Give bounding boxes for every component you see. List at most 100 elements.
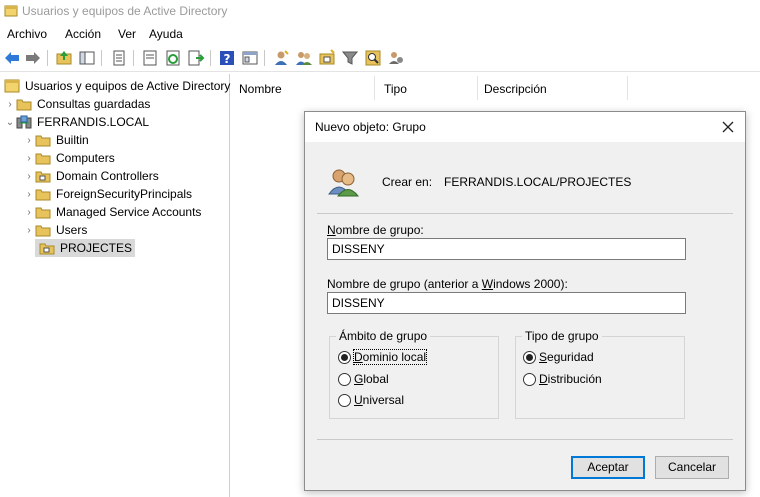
svg-text:?: ?	[224, 52, 231, 66]
folder-icon	[35, 153, 51, 165]
radio-security[interactable]: Seguridad	[523, 350, 594, 364]
create-in-label: Crear en:	[382, 175, 433, 189]
folder-icon	[35, 225, 51, 237]
new-ou-icon[interactable]	[318, 49, 336, 67]
chevron-right-icon[interactable]: ›	[23, 153, 35, 164]
group-scope-title: Ámbito de grupo	[336, 329, 431, 343]
export-list-icon[interactable]	[187, 49, 205, 67]
tree-item-label: ForeignSecurityPrincipals	[56, 187, 193, 201]
radio-label: Global	[354, 372, 389, 386]
window-title: Usuarios y equipos de Active Directory	[22, 4, 228, 18]
tree-item-users[interactable]: › Users	[23, 221, 87, 239]
menu-bar: Archivo Acción Ver Ayuda	[0, 24, 760, 44]
chevron-down-icon[interactable]: ⌄	[4, 117, 16, 128]
radio-global[interactable]: Global	[338, 372, 389, 386]
radio-distribution[interactable]: Distribución	[523, 372, 602, 386]
tree-item-computers[interactable]: › Computers	[23, 149, 114, 167]
up-folder-icon[interactable]	[55, 49, 73, 67]
folder-icon	[35, 207, 51, 219]
find-icon[interactable]	[364, 49, 382, 67]
tree-item-label: FERRANDIS.LOCAL	[37, 115, 150, 129]
tree-item-label: Consultas guardadas	[37, 97, 151, 111]
toolbar-separator	[264, 50, 265, 66]
chevron-right-icon[interactable]: ›	[23, 189, 35, 200]
radio-universal[interactable]: Universal	[338, 393, 404, 407]
tree-item-label: Builtin	[56, 133, 89, 147]
active-directory-root-icon	[4, 79, 20, 93]
organizational-unit-icon	[39, 243, 55, 255]
add-to-group-icon[interactable]	[387, 49, 405, 67]
tree-item-label: PROJECTES	[60, 241, 133, 255]
radio-label: Seguridad	[539, 350, 594, 364]
legacy-group-name-input[interactable]: DISSENY	[327, 292, 686, 314]
chevron-right-icon[interactable]: ›	[23, 135, 35, 146]
chevron-right-icon[interactable]: ›	[23, 207, 35, 218]
radio-button[interactable]	[338, 350, 351, 364]
radio-domain-local[interactable]: Dominio local	[338, 349, 428, 365]
radio-label: Universal	[354, 393, 405, 407]
console-tree: Usuarios y equipos de Active Directory ›…	[0, 74, 230, 497]
column-header-nombre[interactable]: Nombre	[233, 76, 375, 100]
create-in-value: FERRANDIS.LOCAL/PROJECTES	[444, 175, 632, 189]
tree-item-label: Users	[56, 223, 88, 237]
menu-ver[interactable]: Ver	[118, 27, 136, 41]
ok-button[interactable]: Aceptar	[571, 456, 645, 479]
new-group-dialog: Nuevo objeto: Grupo Crear en: FERRANDIS.…	[304, 111, 746, 491]
toolbar-separator	[101, 50, 102, 66]
group-type-title: Tipo de grupo	[522, 329, 602, 343]
new-group-icon[interactable]	[295, 49, 313, 67]
chevron-right-icon[interactable]: ›	[23, 225, 35, 236]
tree-item-saved-queries[interactable]: › Consultas guardadas	[4, 95, 150, 113]
chevron-right-icon[interactable]: ›	[23, 171, 35, 182]
menu-ayuda[interactable]: Ayuda	[149, 27, 183, 41]
title-bar: Usuarios y equipos de Active Directory	[0, 0, 760, 24]
help-icon[interactable]: ?	[218, 49, 236, 67]
column-header-tipo[interactable]: Tipo	[378, 76, 478, 100]
tree-item-projectes[interactable]: PROJECTES	[35, 239, 136, 257]
chevron-right-icon[interactable]: ›	[4, 99, 16, 110]
tree-item-foreign-security-principals[interactable]: › ForeignSecurityPrincipals	[23, 185, 192, 203]
cancel-button[interactable]: Cancelar	[655, 456, 729, 479]
radio-label: Distribución	[539, 372, 602, 386]
forward-arrow-icon[interactable]	[24, 49, 42, 67]
legacy-group-name-label: Nombre de grupo (anterior a Windows 2000…	[327, 277, 568, 291]
active-directory-app-icon	[4, 5, 18, 17]
menu-archivo[interactable]: Archivo	[7, 27, 47, 41]
group-icon	[328, 169, 359, 197]
folder-icon	[35, 189, 51, 201]
tree-item-label: Managed Service Accounts	[56, 205, 202, 219]
radio-button[interactable]	[523, 350, 536, 364]
folder-icon	[16, 99, 32, 111]
tree-root-label: Usuarios y equipos de Active Directory	[25, 79, 231, 93]
dialog-title: Nuevo objeto: Grupo	[315, 120, 426, 134]
new-user-icon[interactable]	[272, 49, 290, 67]
divider	[317, 213, 733, 214]
console-icon[interactable]	[241, 49, 259, 67]
tree-root[interactable]: Usuarios y equipos de Active Directory	[4, 77, 230, 95]
group-name-label: Nombre de grupo:	[327, 223, 424, 237]
show-hide-tree-icon[interactable]	[78, 49, 96, 67]
tree-item-domain[interactable]: ⌄ FERRANDIS.LOCAL	[4, 113, 149, 131]
tree-item-domain-controllers[interactable]: › Domain Controllers	[23, 167, 158, 185]
menu-accion[interactable]: Acción	[65, 27, 101, 41]
properties-icon[interactable]	[141, 49, 159, 67]
group-name-input[interactable]: DISSENY	[327, 238, 686, 260]
folder-icon	[35, 135, 51, 147]
domain-icon	[16, 115, 32, 129]
toolbar: ?	[0, 46, 760, 72]
column-header-descripcion[interactable]: Descripción	[478, 76, 628, 100]
copy-icon[interactable]	[110, 49, 128, 67]
tree-item-managed-service-accounts[interactable]: › Managed Service Accounts	[23, 203, 201, 221]
radio-button[interactable]	[523, 372, 536, 386]
divider	[317, 439, 733, 440]
dialog-title-bar[interactable]: Nuevo objeto: Grupo	[305, 112, 745, 142]
radio-button[interactable]	[338, 372, 351, 386]
radio-button[interactable]	[338, 393, 351, 407]
refresh-icon[interactable]	[164, 49, 182, 67]
toolbar-separator	[133, 50, 134, 66]
filter-icon[interactable]	[341, 49, 359, 67]
close-icon[interactable]	[719, 118, 737, 136]
tree-item-builtin[interactable]: › Builtin	[23, 131, 89, 149]
toolbar-separator	[210, 50, 211, 66]
back-arrow-icon[interactable]	[3, 49, 21, 67]
